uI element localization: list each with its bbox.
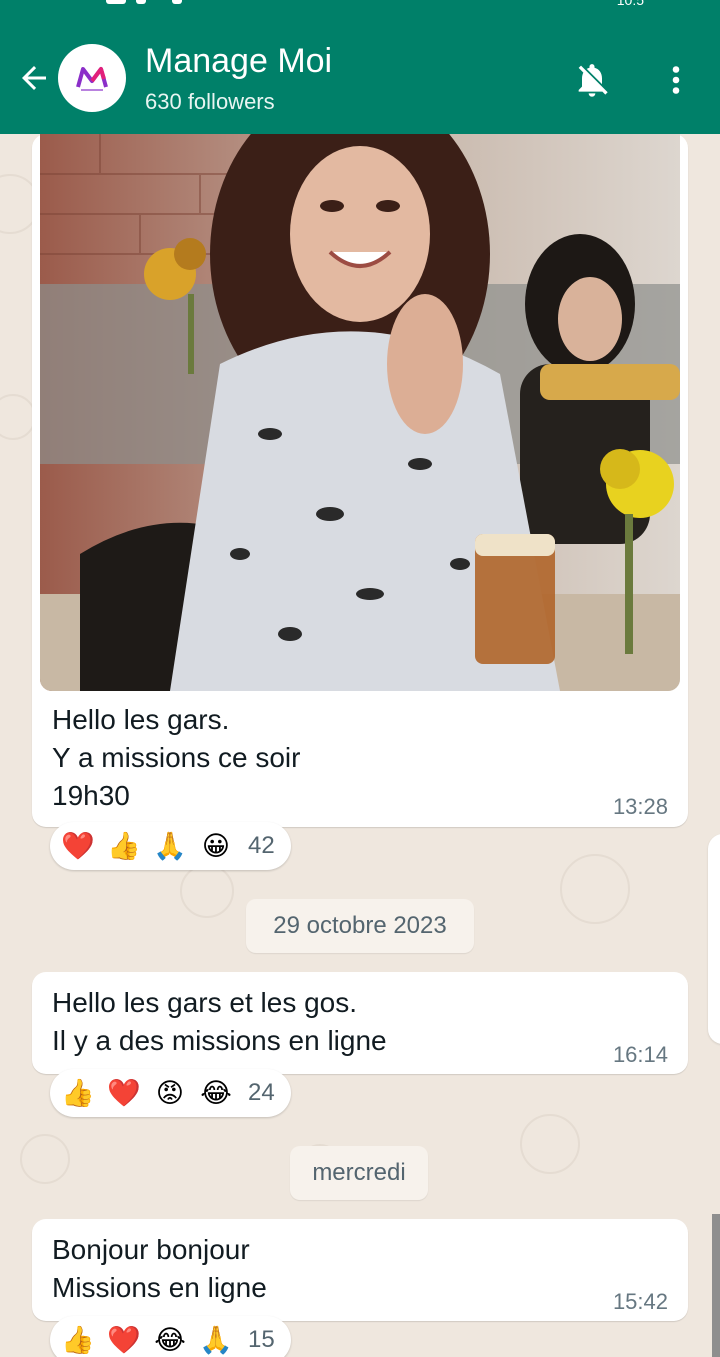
bell-off-icon xyxy=(578,64,608,97)
followers-count: 630 followers xyxy=(145,89,275,114)
status-time: 10:5 xyxy=(616,0,644,8)
reaction-count: 42 xyxy=(248,832,275,859)
reactions-bar[interactable]: ❤️ 👍 🙏 😀 42 xyxy=(50,822,291,870)
reactions-bar[interactable]: 👍 ❤️ 😂 🙏 15 xyxy=(50,1316,291,1357)
mute-button[interactable] xyxy=(566,54,618,106)
message-gif[interactable] xyxy=(40,134,680,691)
reaction-count: 15 xyxy=(248,1326,275,1353)
reaction-heart-emoji: ❤️ xyxy=(107,1324,141,1355)
forward-button[interactable] xyxy=(708,834,720,1044)
reaction-count: 24 xyxy=(248,1079,275,1106)
more-options-button[interactable] xyxy=(656,54,696,106)
message-bubble[interactable]: Bonjour bonjour Missions en ligne 15:42 xyxy=(32,1219,688,1321)
arrow-left-icon xyxy=(22,66,46,90)
more-vert-icon xyxy=(672,66,680,94)
date-chip: 29 octobre 2023 xyxy=(246,899,474,953)
date-chip: mercredi xyxy=(290,1146,428,1200)
reaction-thumbs-up-emoji: 👍 xyxy=(61,1077,95,1108)
message-text: Hello les gars et les gos. Il y a des mi… xyxy=(52,987,387,1056)
wallpaper-doodle xyxy=(520,1114,580,1174)
reaction-joy-emoji: 😂 xyxy=(200,1077,232,1108)
wallpaper-doodle xyxy=(0,394,36,440)
reaction-pray-emoji: 🙏 xyxy=(199,1324,233,1355)
message-time: 13:28 xyxy=(612,794,668,819)
scrollbar[interactable] xyxy=(712,1214,720,1357)
channel-title[interactable]: Manage Moi xyxy=(145,42,332,81)
reaction-thumbs-up-emoji: 👍 xyxy=(61,1324,95,1355)
reaction-heart-emoji: ❤️ xyxy=(107,1077,141,1108)
reaction-pray-emoji: 🙏 xyxy=(153,830,187,861)
reactions-bar[interactable]: 👍 ❤️ 😡 😂 24 xyxy=(50,1069,291,1117)
back-button[interactable] xyxy=(14,56,54,100)
wallpaper-doodle xyxy=(20,1134,70,1184)
wallpaper-doodle xyxy=(180,864,234,918)
channel-avatar[interactable] xyxy=(58,44,126,112)
message-time: 16:14 xyxy=(612,1042,668,1067)
chat-area[interactable]: Hello les gars. Y a missions ce soir 19h… xyxy=(0,134,720,1357)
reaction-angry-emoji: 😡 xyxy=(155,1077,185,1108)
manage-moi-logo xyxy=(76,67,108,91)
message-bubble[interactable]: Hello les gars et les gos. Il y a des mi… xyxy=(32,972,688,1074)
channel-header: 10:5 Manage Moi 630 followers xyxy=(0,0,720,134)
message-time: 15:42 xyxy=(612,1289,668,1314)
reaction-joy-emoji: 😂 xyxy=(154,1324,186,1355)
gif-image xyxy=(40,134,680,691)
message-text: Hello les gars. Y a missions ce soir 19h… xyxy=(52,704,301,811)
status-bar: 10:5 xyxy=(0,0,720,8)
reaction-grin-emoji: 😀 xyxy=(201,830,231,861)
wallpaper-doodle xyxy=(560,854,630,924)
reaction-thumbs-up-emoji: 👍 xyxy=(107,830,141,861)
message-bubble[interactable]: Hello les gars. Y a missions ce soir 19h… xyxy=(32,134,688,827)
reaction-heart-emoji: ❤️ xyxy=(61,830,95,861)
message-text: Bonjour bonjour Missions en ligne xyxy=(52,1234,267,1303)
